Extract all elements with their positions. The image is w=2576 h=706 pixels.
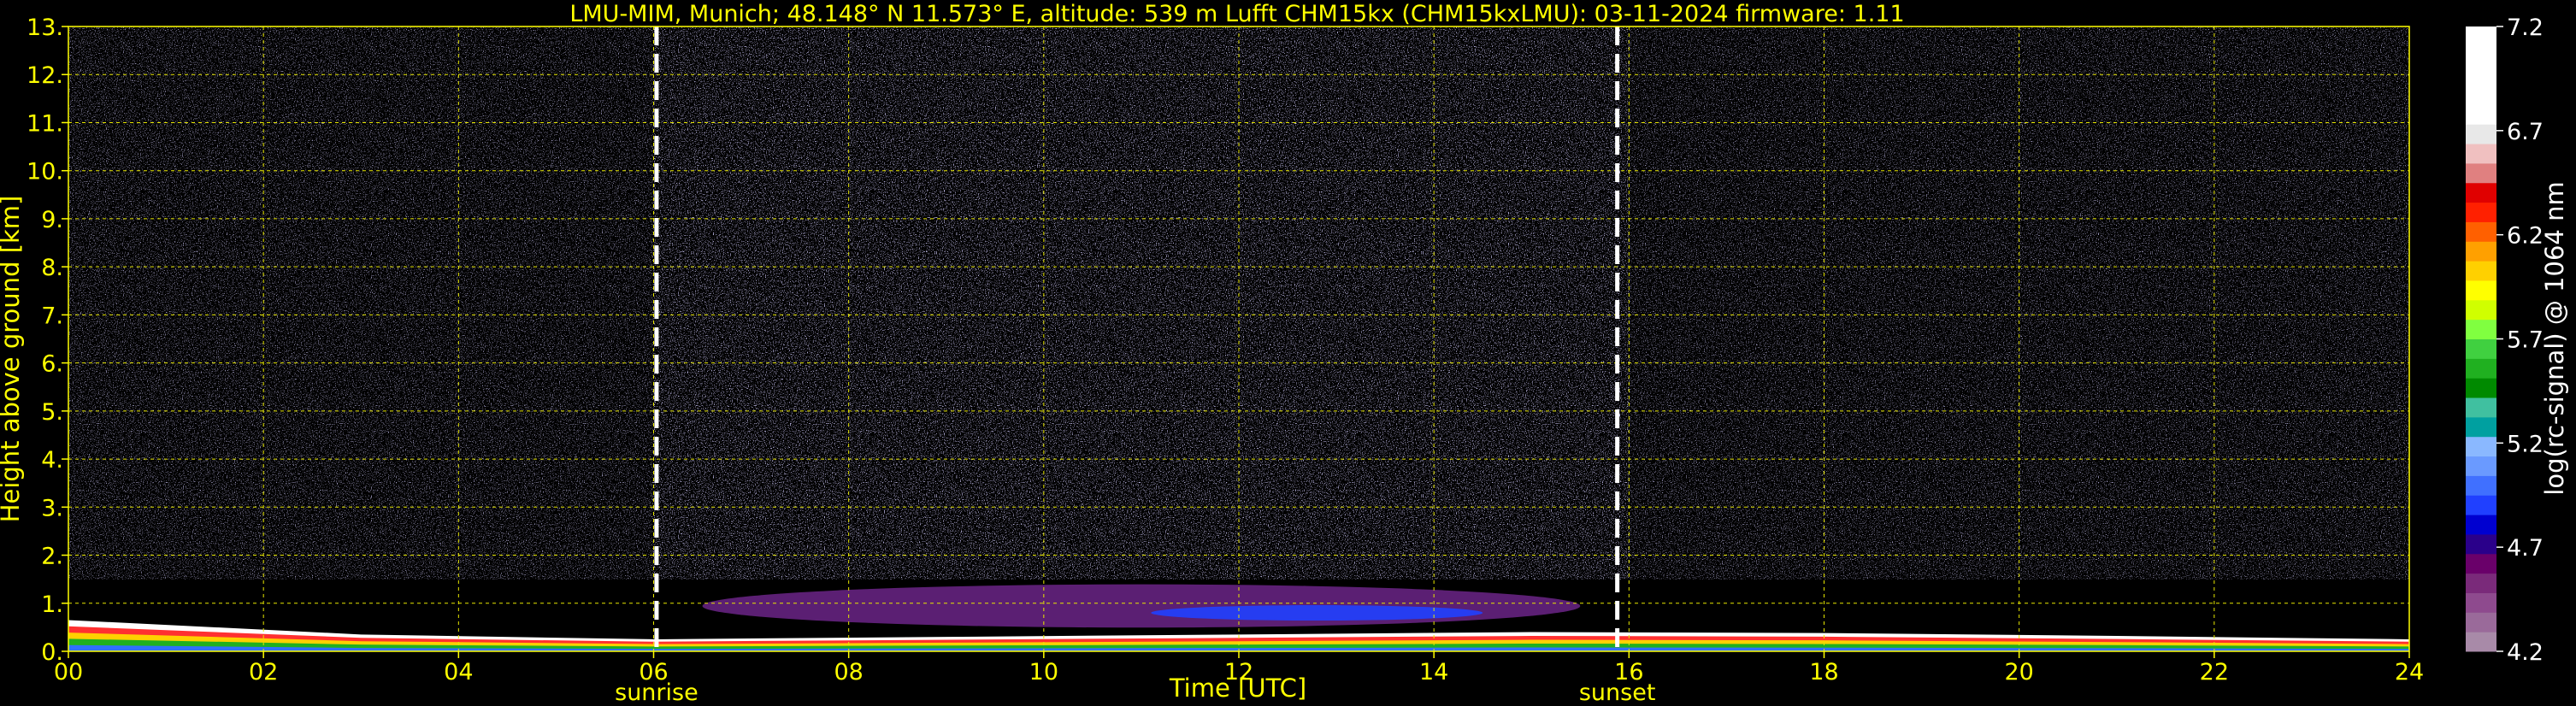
x-tick-label: 02 bbox=[249, 659, 278, 685]
colorbar-segment bbox=[2466, 85, 2496, 105]
colorbar-segment bbox=[2466, 221, 2496, 242]
colorbar-segment bbox=[2466, 26, 2496, 47]
colorbar-tick-label: 5.2 bbox=[2507, 431, 2544, 457]
x-tick-label: 14 bbox=[1419, 659, 1448, 685]
y-tick-label: 12. bbox=[27, 62, 63, 89]
colorbar-segment bbox=[2466, 124, 2496, 144]
elevated-layer-core bbox=[1151, 605, 1483, 621]
colorbar-label: log(rc-signal) @ 1064 nm bbox=[2540, 181, 2569, 495]
colorbar-segment bbox=[2466, 378, 2496, 398]
y-axis-label: Height above ground [km] bbox=[0, 196, 25, 523]
colorbar-tick-label: 5.7 bbox=[2507, 327, 2544, 354]
y-tick-label: 11. bbox=[27, 110, 63, 137]
colorbar: 4.2 4.7 5.2 5.7 6.2 6.7 7.2 bbox=[2466, 15, 2544, 666]
y-tick-label: 6. bbox=[41, 351, 63, 378]
chart-title: LMU-MIM, Munich; 48.148° N 11.573° E, al… bbox=[569, 1, 1904, 27]
colorbar-segment bbox=[2466, 261, 2496, 281]
colorbar-segment bbox=[2466, 338, 2496, 359]
colorbar-segment bbox=[2466, 475, 2496, 496]
colorbar-segment bbox=[2466, 456, 2496, 476]
y-tick-label: 9. bbox=[41, 207, 63, 233]
x-tick-label: 18 bbox=[1809, 659, 1838, 685]
y-tick-label: 0. bbox=[41, 639, 63, 666]
colorbar-segment bbox=[2466, 241, 2496, 262]
y-tick-label: 10. bbox=[27, 159, 63, 185]
colorbar-tick-label: 6.2 bbox=[2507, 223, 2544, 250]
colorbar-segment bbox=[2466, 592, 2496, 613]
colorbar-segment bbox=[2466, 202, 2496, 222]
y-tick-label: 4. bbox=[41, 447, 63, 474]
colorbar-segment bbox=[2466, 573, 2496, 593]
colorbar-segment bbox=[2466, 319, 2496, 339]
colorbar-tick-label: 7.2 bbox=[2507, 15, 2544, 41]
y-tick-label: 3. bbox=[41, 495, 63, 521]
x-tick-label: 24 bbox=[2395, 659, 2424, 685]
x-tick-label: 04 bbox=[444, 659, 473, 685]
x-tick-label: 06 bbox=[639, 659, 668, 685]
colorbar-tick-label: 4.2 bbox=[2507, 639, 2544, 666]
y-axis: 0. 1. 2. 3. 4. 5. 6. 7. 8. 9. 10. 11. 12. 13. bbox=[27, 15, 68, 666]
noise-texture-day bbox=[653, 26, 1630, 580]
y-tick-label: 7. bbox=[41, 303, 63, 329]
colorbar-segment bbox=[2466, 436, 2496, 457]
x-axis-label: Time [UTC] bbox=[1169, 674, 1306, 703]
y-tick-label: 2. bbox=[41, 544, 63, 570]
x-tick-label: 10 bbox=[1029, 659, 1058, 685]
ceilometer-chart: LMU-MIM, Munich; 48.148° N 11.573° E, al… bbox=[0, 1, 2569, 706]
colorbar-tick-label: 4.7 bbox=[2507, 535, 2544, 562]
y-tick-label: 1. bbox=[41, 591, 63, 618]
colorbar-segment bbox=[2466, 533, 2496, 555]
y-tick-label: 13. bbox=[27, 15, 63, 41]
y-tick-label: 8. bbox=[41, 255, 63, 281]
x-tick-label: 16 bbox=[1614, 659, 1643, 685]
elevated-layer bbox=[702, 584, 1581, 628]
x-tick-label: 20 bbox=[2004, 659, 2033, 685]
y-tick-label: 5. bbox=[41, 399, 63, 426]
colorbar-segment bbox=[2466, 553, 2496, 574]
colorbar-segment bbox=[2466, 299, 2496, 321]
colorbar-segment bbox=[2466, 612, 2496, 632]
x-tick-label: 22 bbox=[2200, 659, 2229, 685]
x-tick-label: 08 bbox=[834, 659, 863, 685]
colorbar-segment bbox=[2466, 162, 2496, 184]
plot-area: sunrise sunset bbox=[68, 26, 2410, 706]
colorbar-segment bbox=[2466, 45, 2496, 67]
colorbar-segment bbox=[2466, 279, 2496, 301]
colorbar-segment bbox=[2466, 416, 2496, 438]
colorbar-segment bbox=[2466, 182, 2496, 203]
colorbar-segment bbox=[2466, 144, 2496, 164]
colorbar-segment bbox=[2466, 104, 2496, 125]
colorbar-segment bbox=[2466, 397, 2496, 418]
colorbar-segment bbox=[2466, 495, 2496, 515]
colorbar-segment bbox=[2466, 632, 2496, 652]
colorbar-segment bbox=[2466, 358, 2496, 379]
colorbar-segment bbox=[2466, 515, 2496, 535]
colorbar-tick-label: 6.7 bbox=[2507, 119, 2544, 145]
colorbar-segment bbox=[2466, 65, 2496, 86]
